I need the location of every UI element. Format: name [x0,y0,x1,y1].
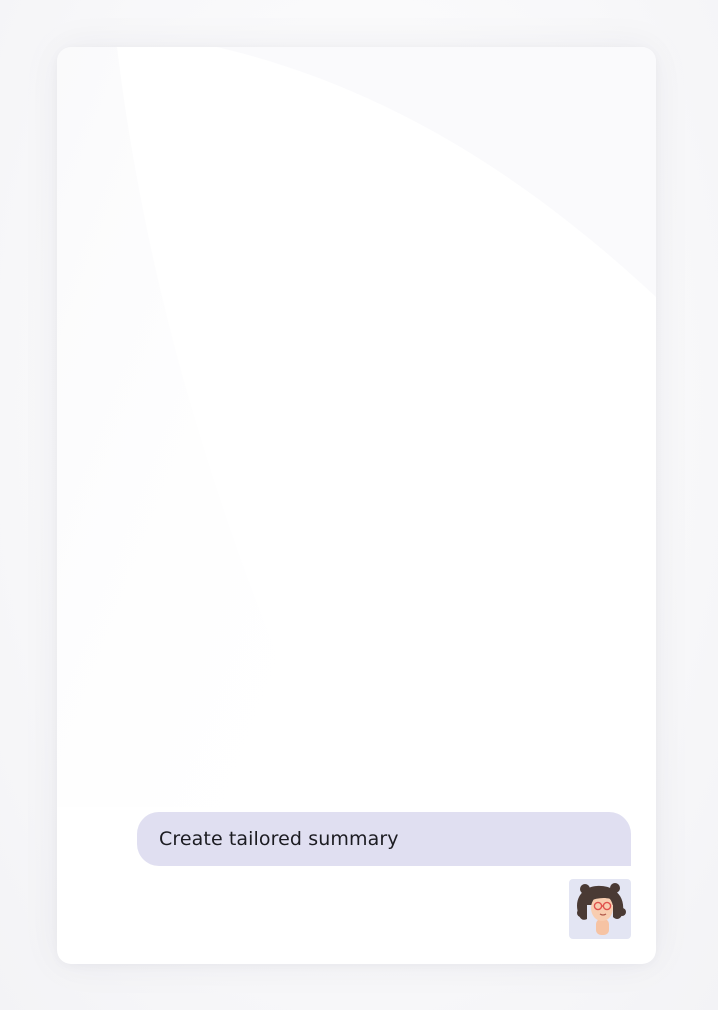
user-avatar-icon [569,879,631,939]
avatar-illustration [577,883,626,935]
user-message-bubble: Create tailored summary [137,812,631,866]
user-message-text: Create tailored summary [159,828,399,850]
page-stage: Create tailored summary [0,0,718,1010]
chat-panel: Create tailored summary [57,47,656,964]
